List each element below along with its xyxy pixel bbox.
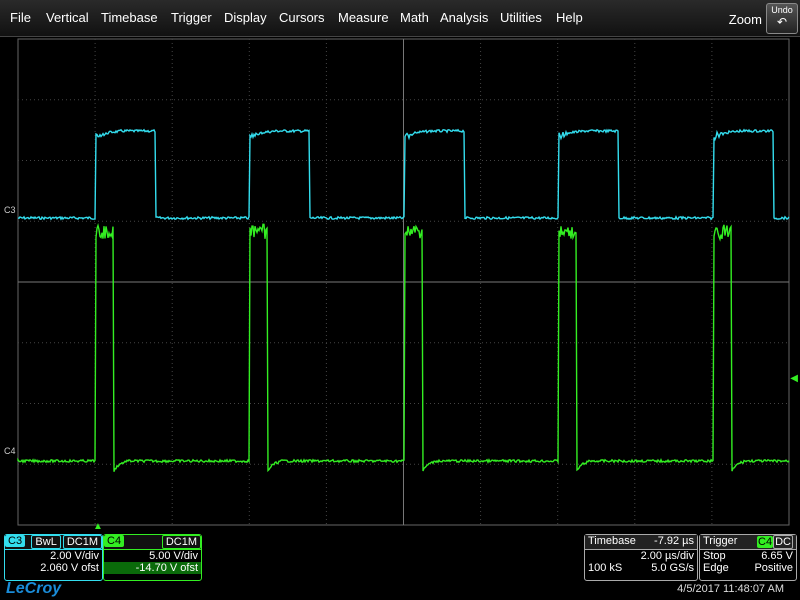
c4-descriptor[interactable]: C4 DC1M 5.00 V/div -14.70 V ofst — [103, 534, 202, 581]
c4-marker: C4 — [4, 446, 16, 456]
timebase-title: Timebase — [588, 535, 636, 547]
trigger-level: 6.65 V — [761, 550, 793, 562]
c4-offset: -14.70 V ofst — [104, 562, 201, 574]
trigger-descriptor[interactable]: Trigger C4 DC Stop 6.65 V Edge Positive — [699, 534, 797, 581]
trigger-coupling: DC — [773, 535, 793, 549]
timebase-delay: -7.92 µs — [654, 535, 694, 547]
c4-name: C4 — [104, 535, 125, 547]
menu-analysis[interactable]: Analysis — [440, 10, 488, 25]
trigger-mode: Stop — [703, 550, 726, 562]
c3-name: C3 — [5, 535, 26, 547]
zoom-button[interactable]: Zoom — [729, 12, 762, 27]
timebase-descriptor[interactable]: Timebase -7.92 µs 2.00 µs/div 100 kS 5.0… — [584, 534, 698, 581]
c4-coupling: DC1M — [161, 535, 201, 549]
brand-logo: LeCroy — [6, 580, 62, 597]
undo-button[interactable]: Undo ↶ — [766, 3, 798, 34]
waveform-display[interactable]: C3 C4 ◀ ▲ — [0, 37, 800, 532]
c3-coupling: DC1M — [62, 535, 102, 549]
c3-offset: 2.060 V ofst — [40, 562, 99, 574]
timebase-tdiv: 2.00 µs/div — [640, 550, 694, 562]
c3-vdiv: 2.00 V/div — [50, 550, 99, 562]
undo-label: Undo — [771, 5, 793, 15]
menu-display[interactable]: Display — [224, 10, 267, 25]
menu-help[interactable]: Help — [556, 10, 583, 25]
menu-trigger[interactable]: Trigger — [171, 10, 212, 25]
menu-utilities[interactable]: Utilities — [500, 10, 542, 25]
menu-vertical[interactable]: Vertical — [46, 10, 89, 25]
date-time: 4/5/2017 11:48:07 AM — [677, 583, 784, 595]
trigger-slope: Positive — [754, 562, 793, 574]
menu-file[interactable]: File — [10, 10, 31, 25]
timebase-rate: 5.0 GS/s — [651, 562, 694, 574]
menu-measure[interactable]: Measure — [338, 10, 389, 25]
c4-vdiv: 5.00 V/div — [149, 550, 198, 562]
timebase-samples: 100 kS — [588, 562, 623, 574]
menu-math[interactable]: Math — [400, 10, 429, 25]
c3-descriptor[interactable]: C3 DC1M BwL 2.00 V/div 2.060 V ofst — [4, 534, 103, 581]
trigger-title: Trigger — [703, 535, 738, 547]
trigger-level-icon: ◀ — [790, 373, 798, 384]
menu-cursors[interactable]: Cursors — [279, 10, 325, 25]
c3-marker: C3 — [4, 205, 16, 215]
menu-timebase[interactable]: Timebase — [101, 10, 158, 25]
menu-bar: File Vertical Timebase Trigger Display Cursor… — [0, 0, 800, 37]
c3-bwlimit: BwL — [31, 535, 61, 549]
trigger-source: C4 — [757, 536, 774, 548]
undo-arrow-icon: ↶ — [776, 15, 788, 29]
trigger-type: Edge — [703, 562, 729, 574]
oscilloscope-grid — [17, 38, 790, 526]
